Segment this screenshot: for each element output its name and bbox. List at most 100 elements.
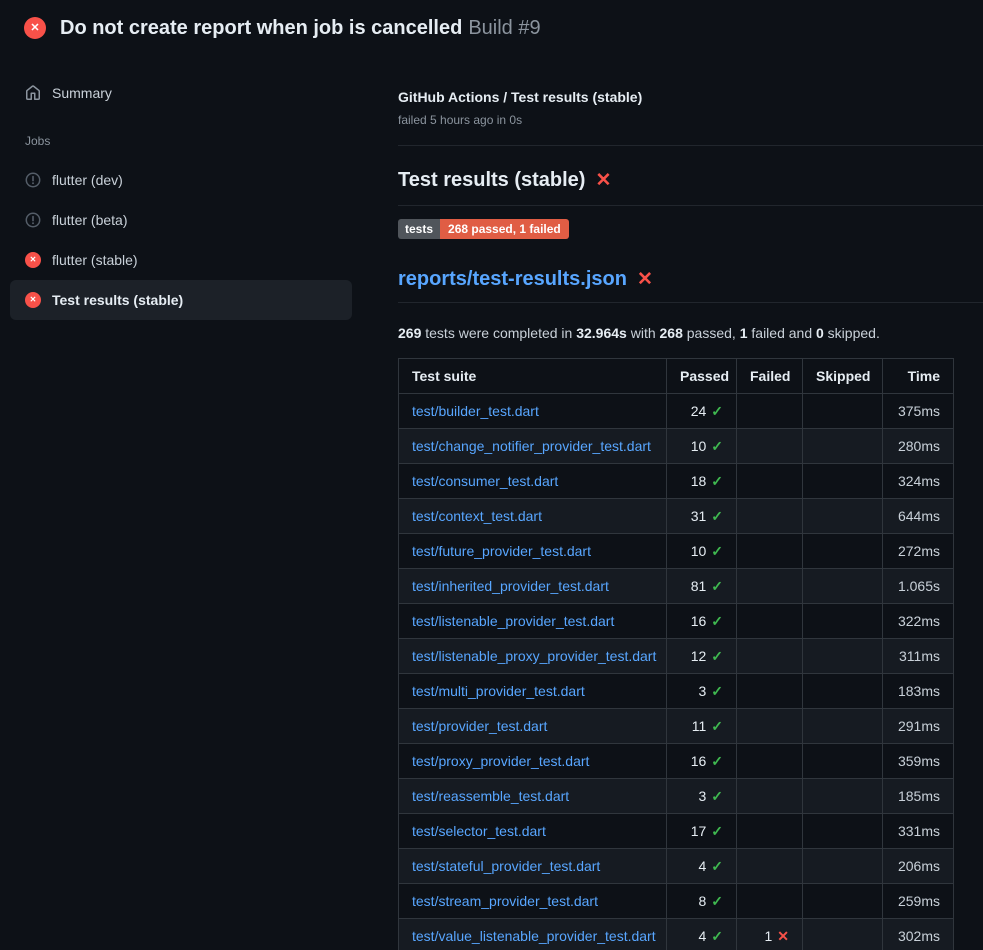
job-label: Test results (stable)	[52, 292, 183, 308]
table-header-row: Test suitePassedFailedSkippedTime	[399, 359, 954, 394]
check-icon: ✓	[711, 718, 723, 734]
table-row: test/context_test.dart31✓644ms	[399, 499, 954, 534]
passed-cell: 81✓	[667, 569, 737, 604]
failed-cell	[737, 674, 803, 709]
table-row: test/value_listenable_provider_test.dart…	[399, 919, 954, 950]
sidebar-item-summary[interactable]: Summary	[10, 78, 352, 108]
sidebar-item-flutter-stable[interactable]: ✕ flutter (stable)	[10, 240, 352, 280]
suite-cell: test/reassemble_test.dart	[399, 779, 667, 814]
failed-cell	[737, 569, 803, 604]
report-file-link[interactable]: reports/test-results.json	[398, 268, 627, 290]
cross-icon: ✕	[777, 928, 789, 944]
suite-cell: test/listenable_provider_test.dart	[399, 604, 667, 639]
time-cell: 272ms	[883, 534, 954, 569]
skipped-cell	[803, 394, 883, 429]
job-label: flutter (beta)	[52, 212, 127, 228]
table-row: test/change_notifier_provider_test.dart1…	[399, 429, 954, 464]
test-suite-link[interactable]: test/future_provider_test.dart	[412, 543, 591, 559]
check-icon: ✓	[711, 543, 723, 559]
check-icon: ✓	[711, 648, 723, 664]
time-cell: 375ms	[883, 394, 954, 429]
passed-cell: 11✓	[667, 709, 737, 744]
time-cell: 311ms	[883, 639, 954, 674]
table-row: test/future_provider_test.dart10✓272ms	[399, 534, 954, 569]
test-suite-link[interactable]: test/multi_provider_test.dart	[412, 683, 585, 699]
passed-cell: 8✓	[667, 884, 737, 919]
results-table: Test suitePassedFailedSkippedTime test/b…	[398, 358, 954, 950]
check-icon: ✓	[711, 508, 723, 524]
test-suite-link[interactable]: test/proxy_provider_test.dart	[412, 753, 589, 769]
suite-cell: test/stateful_provider_test.dart	[399, 849, 667, 884]
section-title: Test results (stable)✕	[398, 166, 983, 206]
tests-badge: tests268 passed, 1 failed	[398, 219, 569, 239]
divider	[398, 145, 983, 146]
check-icon: ✓	[711, 473, 723, 489]
failed-cell: 1✕	[737, 919, 803, 950]
suite-cell: test/proxy_provider_test.dart	[399, 744, 667, 779]
warning-circle-icon	[25, 212, 41, 228]
sidebar: Summary Jobs flutter (dev) flutter (beta…	[0, 68, 362, 320]
skipped-cell	[803, 849, 883, 884]
failed-cell	[737, 779, 803, 814]
test-suite-link[interactable]: test/change_notifier_provider_test.dart	[412, 438, 651, 454]
skipped-cell	[803, 919, 883, 950]
skipped-cell	[803, 674, 883, 709]
failed-cell	[737, 429, 803, 464]
failed-cell	[737, 534, 803, 569]
suite-cell: test/provider_test.dart	[399, 709, 667, 744]
skipped-cell	[803, 639, 883, 674]
sidebar-item-test-results-stable[interactable]: ✕ Test results (stable)	[10, 280, 352, 320]
test-suite-link[interactable]: test/builder_test.dart	[412, 403, 539, 419]
suite-cell: test/change_notifier_provider_test.dart	[399, 429, 667, 464]
skipped-cell	[803, 464, 883, 499]
skipped-cell	[803, 499, 883, 534]
skipped-cell	[803, 779, 883, 814]
column-header-passed: Passed	[667, 359, 737, 394]
failed-status-icon: ✕	[24, 17, 46, 39]
suite-cell: test/selector_test.dart	[399, 814, 667, 849]
table-row: test/stream_provider_test.dart8✓259ms	[399, 884, 954, 919]
test-suite-link[interactable]: test/context_test.dart	[412, 508, 542, 524]
time-cell: 185ms	[883, 779, 954, 814]
test-suite-link[interactable]: test/inherited_provider_test.dart	[412, 578, 609, 594]
check-icon: ✓	[711, 858, 723, 874]
passed-cell: 17✓	[667, 814, 737, 849]
failed-x-icon: ✕	[637, 269, 653, 290]
sidebar-item-flutter-dev[interactable]: flutter (dev)	[10, 160, 352, 200]
failed-cell	[737, 464, 803, 499]
passed-cell: 4✓	[667, 919, 737, 950]
time-cell: 280ms	[883, 429, 954, 464]
test-suite-link[interactable]: test/stateful_provider_test.dart	[412, 858, 600, 874]
badge-label: tests	[398, 219, 440, 239]
time-cell: 302ms	[883, 919, 954, 950]
home-icon	[25, 85, 41, 101]
test-suite-link[interactable]: test/value_listenable_provider_test.dart	[412, 928, 656, 944]
check-icon: ✓	[711, 893, 723, 909]
suite-cell: test/consumer_test.dart	[399, 464, 667, 499]
test-suite-link[interactable]: test/listenable_provider_test.dart	[412, 613, 614, 629]
time-cell: 359ms	[883, 744, 954, 779]
test-suite-link[interactable]: test/provider_test.dart	[412, 718, 547, 734]
time-cell: 1.065s	[883, 569, 954, 604]
skipped-cell	[803, 744, 883, 779]
failed-cell	[737, 639, 803, 674]
suite-cell: test/context_test.dart	[399, 499, 667, 534]
test-suite-link[interactable]: test/reassemble_test.dart	[412, 788, 569, 804]
test-suite-link[interactable]: test/consumer_test.dart	[412, 473, 558, 489]
test-suite-link[interactable]: test/listenable_proxy_provider_test.dart	[412, 648, 656, 664]
table-row: test/multi_provider_test.dart 3✓ 183ms	[399, 674, 954, 709]
failed-circle-x-icon: ✕	[25, 252, 41, 268]
check-icon: ✓	[711, 823, 723, 839]
failed-cell	[737, 744, 803, 779]
test-suite-link[interactable]: test/selector_test.dart	[412, 823, 546, 839]
table-row: test/listenable_proxy_provider_test.dart…	[399, 639, 954, 674]
time-cell: 183ms	[883, 674, 954, 709]
failed-cell	[737, 814, 803, 849]
passed-cell: 3✓	[667, 674, 737, 709]
table-row: test/listenable_provider_test.dart16✓322…	[399, 604, 954, 639]
passed-cell: 18✓	[667, 464, 737, 499]
sidebar-item-flutter-beta[interactable]: flutter (beta)	[10, 200, 352, 240]
section-title-text: Test results (stable)	[398, 169, 585, 191]
test-suite-link[interactable]: test/stream_provider_test.dart	[412, 893, 598, 909]
table-row: test/inherited_provider_test.dart 81✓ 1.06…	[399, 569, 954, 604]
